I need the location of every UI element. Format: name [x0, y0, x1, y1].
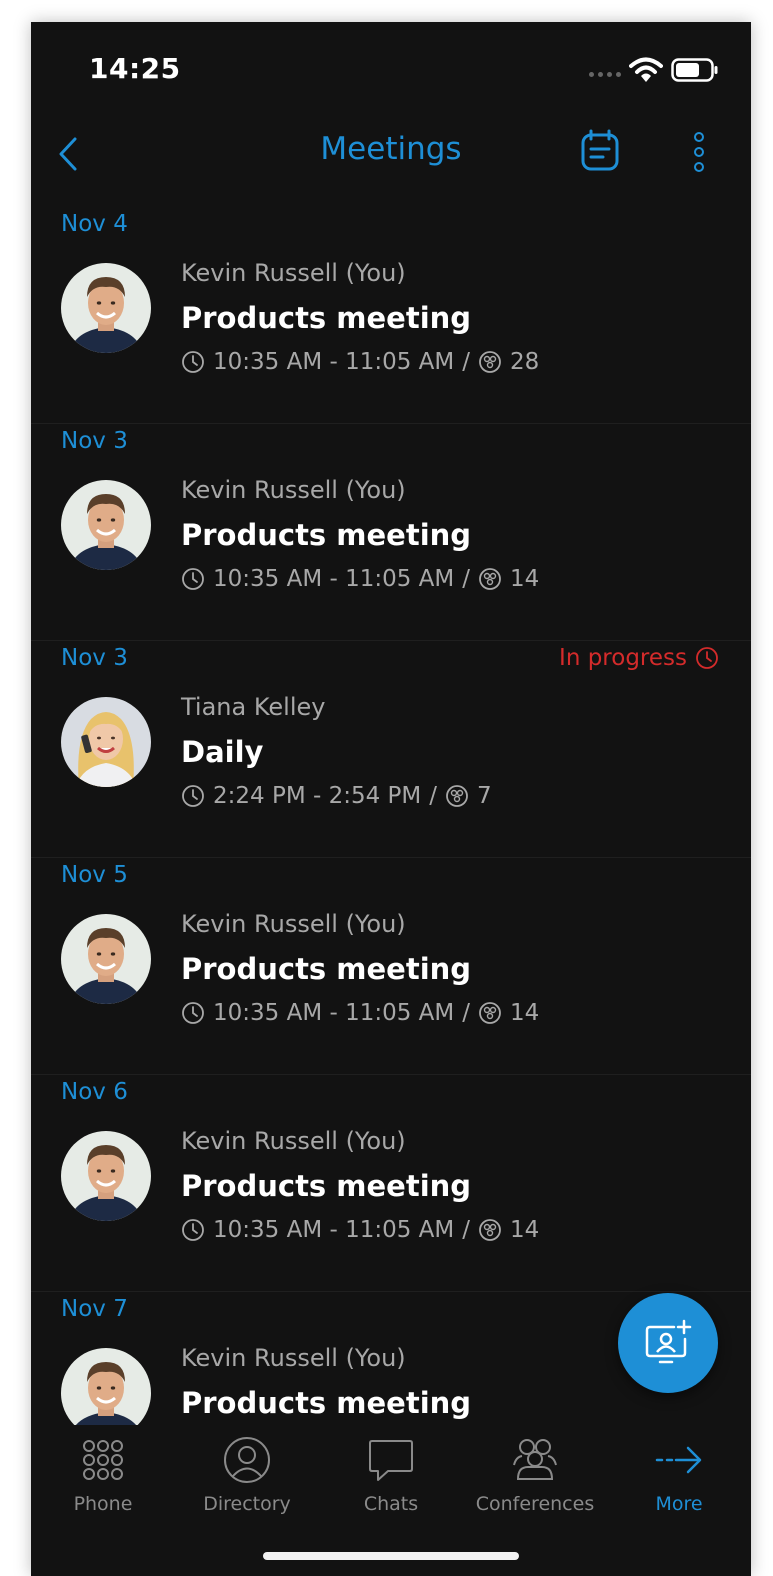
- clock-icon: [182, 1219, 204, 1241]
- avatar: [61, 914, 151, 1004]
- meeting-date: Nov 7: [61, 1296, 128, 1322]
- clock-icon: [182, 351, 204, 373]
- meeting-organizer: Kevin Russell (You): [181, 910, 406, 938]
- meeting-organizer: Kevin Russell (You): [181, 259, 406, 287]
- meta-separator: /: [462, 566, 471, 592]
- contact-icon: [224, 1437, 270, 1483]
- meeting-item[interactable]: Nov 3 In progress Tiana Kelley Daily 2:24 P…: [31, 641, 751, 858]
- meeting-meta: 10:35 AM - 11:05 AM / 14: [181, 1217, 539, 1243]
- clock-icon: [696, 647, 718, 669]
- navigation-header: Meetings: [31, 117, 751, 207]
- participant-count: 14: [510, 566, 540, 592]
- participants-icon: [446, 785, 468, 807]
- arrow-right-icon: [655, 1446, 702, 1474]
- meeting-title: Daily: [181, 735, 264, 769]
- meeting-time: 10:35 AM - 11:05 AM: [213, 1000, 455, 1026]
- tab-label: Directory: [203, 1493, 291, 1515]
- vertical-dots-icon: [694, 132, 704, 172]
- tab-phone[interactable]: Phone: [31, 1435, 175, 1525]
- avatar: [61, 263, 151, 353]
- meeting-time: 2:24 PM - 2:54 PM: [213, 783, 422, 809]
- more-options-button[interactable]: [687, 127, 711, 177]
- meeting-time: 10:35 AM - 11:05 AM: [213, 566, 455, 592]
- meeting-meta: 10:35 AM - 11:05 AM / 14: [181, 566, 539, 592]
- calendar-icon: [581, 129, 619, 171]
- meta-separator: /: [462, 349, 471, 375]
- meta-separator: /: [429, 783, 438, 809]
- participants-icon: [479, 351, 501, 373]
- meeting-date: Nov 5: [61, 862, 128, 888]
- meeting-date: Nov 4: [61, 211, 128, 237]
- status-time: 14:25: [89, 52, 181, 85]
- avatar: [61, 1131, 151, 1221]
- home-indicator: [263, 1552, 519, 1560]
- meeting-title: Products meeting: [181, 1169, 472, 1203]
- meeting-organizer: Kevin Russell (You): [181, 476, 406, 504]
- participants-icon: [479, 1219, 501, 1241]
- page-title: Meetings: [320, 131, 462, 167]
- meeting-meta: 10:35 AM - 11:05 AM / 14: [181, 1000, 539, 1026]
- meta-separator: /: [462, 1217, 471, 1243]
- meeting-title: Products meeting: [181, 301, 472, 335]
- tab-label: Phone: [73, 1493, 133, 1515]
- tab-chats[interactable]: Chats: [319, 1435, 463, 1525]
- meeting-item[interactable]: Nov 5 Kevin Russell (You) Products meetin…: [31, 858, 751, 1075]
- tab-label: Conferences: [475, 1493, 595, 1515]
- status-label: In progress: [559, 645, 687, 671]
- new-meeting-button[interactable]: [618, 1293, 718, 1393]
- avatar: [61, 697, 151, 787]
- group-icon: [513, 1439, 557, 1480]
- meeting-organizer: Kevin Russell (You): [181, 1344, 406, 1372]
- meeting-date: Nov 6: [61, 1079, 128, 1105]
- battery-icon: [671, 58, 718, 82]
- status-bar: 14:25: [31, 22, 751, 117]
- meeting-title: Products meeting: [181, 518, 472, 552]
- tab-directory[interactable]: Directory: [175, 1435, 319, 1525]
- chat-bubble-icon: [369, 1440, 413, 1481]
- tab-label: More: [655, 1493, 703, 1515]
- signal-icon: [589, 72, 621, 77]
- meeting-item[interactable]: Nov 4 Kevin Russell (You) Products meetin…: [31, 207, 751, 424]
- tab-more[interactable]: More: [607, 1435, 751, 1525]
- avatar: [61, 480, 151, 570]
- participant-count: 7: [477, 783, 492, 809]
- tab-conferences[interactable]: Conferences: [463, 1435, 607, 1525]
- participants-icon: [479, 568, 501, 590]
- meeting-title: Products meeting: [181, 1386, 472, 1420]
- meeting-time: 10:35 AM - 11:05 AM: [213, 349, 455, 375]
- participant-count: 14: [510, 1217, 540, 1243]
- tab-label: Chats: [363, 1493, 419, 1515]
- clock-icon: [182, 785, 204, 807]
- participants-icon: [479, 1002, 501, 1024]
- meeting-list: Nov 4 Kevin Russell (You) Products meetin…: [31, 207, 751, 1425]
- meeting-item[interactable]: Nov 6 Kevin Russell (You) Products meetin…: [31, 1075, 751, 1292]
- dialpad-icon: [83, 1440, 123, 1480]
- calendar-button[interactable]: [579, 129, 623, 173]
- status-badge: In progress: [559, 645, 719, 671]
- meeting-item[interactable]: Nov 3 Kevin Russell (You) Products meetin…: [31, 424, 751, 641]
- avatar: [61, 1348, 151, 1425]
- clock-icon: [182, 1002, 204, 1024]
- clock-icon: [182, 568, 204, 590]
- meeting-title: Products meeting: [181, 952, 472, 986]
- meeting-organizer: Tiana Kelley: [181, 693, 326, 721]
- meeting-meta: 10:35 AM - 11:05 AM / 28: [181, 349, 539, 375]
- participant-count: 28: [510, 349, 540, 375]
- tab-bar: Phone Directory Chats Conferences More: [31, 1425, 751, 1535]
- meeting-date: Nov 3: [61, 428, 128, 454]
- meta-separator: /: [462, 1000, 471, 1026]
- phone-screen: 14:25 Meetings Nov 4 Kevin Russell (You)…: [31, 22, 751, 1576]
- participant-count: 14: [510, 1000, 540, 1026]
- meeting-time: 10:35 AM - 11:05 AM: [213, 1217, 455, 1243]
- meeting-date: Nov 3: [61, 645, 128, 671]
- wifi-icon: [629, 57, 663, 82]
- meeting-meta: 2:24 PM - 2:54 PM / 7: [181, 783, 492, 809]
- meeting-organizer: Kevin Russell (You): [181, 1127, 406, 1155]
- add-meeting-icon: [645, 1319, 692, 1364]
